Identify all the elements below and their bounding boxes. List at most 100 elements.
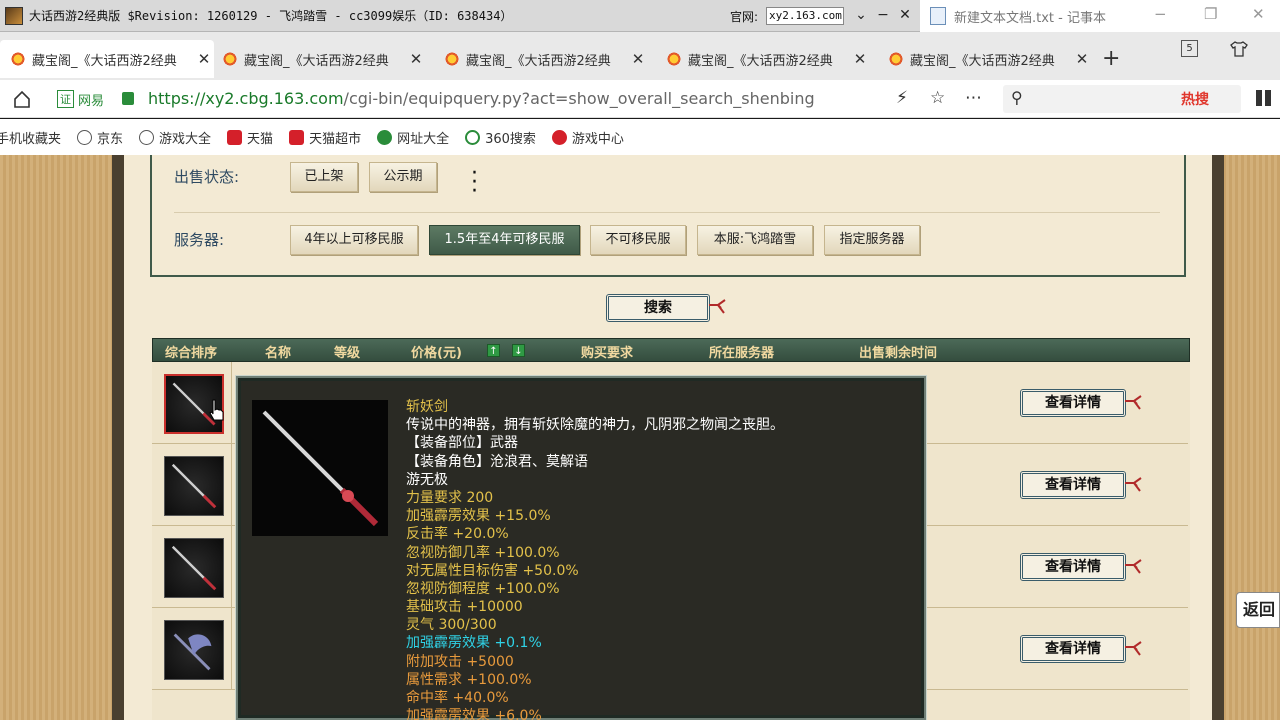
tab-close-icon[interactable]: ✕ <box>1072 50 1092 68</box>
tassel-icon <box>1125 477 1142 492</box>
certificate-badge[interactable]: 证 网易 <box>57 88 104 110</box>
sword-thumbnail-icon[interactable] <box>164 538 224 598</box>
tooltip-line: 反击率 +20.0% <box>406 526 509 543</box>
notepad-title: 新建文本文档.txt - 记事本 <box>954 10 1106 26</box>
tooltip-line: 【装备角色】沧浪君、莫解语 <box>406 453 588 470</box>
search-input[interactable]: ⚲ 热搜 <box>1003 85 1241 113</box>
browser-tab-strip: 藏宝阁_《大话西游2经典 ✕ 藏宝阁_《大话西游2经典 ✕ 藏宝阁_《大话西游2… <box>0 32 1280 80</box>
url-field[interactable]: https://xy2.cbg.163.com/cgi-bin/equipque… <box>148 89 815 108</box>
cbg-favicon-icon <box>444 52 460 66</box>
official-site-link[interactable]: xy2.163.com <box>766 7 844 25</box>
bookmark-label: 京东 <box>97 131 124 147</box>
tassel-icon <box>1125 559 1142 574</box>
bookmark-item[interactable]: 游戏大全 <box>139 128 211 147</box>
bookmark-item[interactable]: 天猫超市 <box>289 128 361 147</box>
frame-bar <box>1212 155 1224 720</box>
globe-icon <box>139 129 155 145</box>
bookmark-item[interactable]: 京东 <box>77 128 123 147</box>
tab-close-icon[interactable]: ✕ <box>628 50 648 68</box>
skin-shirt-icon[interactable] <box>1230 40 1248 58</box>
tab-label: 藏宝阁_《大话西游2经典 <box>466 53 611 69</box>
url-host: https://xy2.cbg.163.com <box>148 89 344 108</box>
sword-thumbnail-icon[interactable] <box>164 456 224 516</box>
server-option-no-migrate-button[interactable]: 不可移民服 <box>590 225 686 255</box>
minimize-icon[interactable]: − <box>1154 5 1167 23</box>
tab-close-icon[interactable]: ✕ <box>850 50 870 68</box>
bookmark-item[interactable]: 360搜索 <box>465 128 536 147</box>
game-window-titlebar[interactable]: 大话西游2经典版 $Revision: 1260129 - 飞鸿踏雪 - cc3… <box>0 0 920 32</box>
home-icon[interactable] <box>12 89 32 109</box>
tassel-icon <box>1125 395 1142 410</box>
hot-search-label[interactable]: 热搜 <box>1181 89 1209 109</box>
bookmark-item[interactable]: 天猫 <box>227 128 273 147</box>
status-public-period-button[interactable]: 公示期 <box>369 162 437 192</box>
tooltip-line: 忽视防御程度 +100.0% <box>406 580 560 597</box>
server-label: 服务器: <box>174 231 225 249</box>
tooltip-line: 力量要求 200 <box>406 489 494 506</box>
bookmark-label: 天猫 <box>247 131 274 147</box>
tooltip-line: 游无极 <box>406 471 448 488</box>
back-button[interactable]: 返回 <box>1236 592 1280 628</box>
tooltip-line: 基础攻击 +10000 <box>406 599 523 616</box>
sort-down-icon[interactable]: ↓ <box>512 344 525 357</box>
close-icon[interactable]: ✕ <box>1252 5 1265 23</box>
sale-status-label: 出售状态: <box>174 168 240 186</box>
status-listed-button[interactable]: 已上架 <box>290 162 358 192</box>
tooltip-line: 灵气 300/300 <box>406 617 497 634</box>
bookmark-item[interactable]: 网址大全 <box>377 128 449 147</box>
cert-icon: 证 <box>57 90 74 108</box>
col-level: 等级 <box>334 346 361 361</box>
view-details-button[interactable]: 查看详情 <box>1020 553 1126 581</box>
tab-label: 藏宝阁_《大话西游2经典 <box>688 53 833 69</box>
sword-image-icon <box>252 400 388 536</box>
search-button[interactable]: 搜索 <box>606 294 710 322</box>
lightning-icon[interactable]: ⚡ <box>896 88 908 108</box>
tooltip-line: 对无属性目标伤害 +50.0% <box>406 562 579 579</box>
col-server: 所在服务器 <box>709 346 775 361</box>
tab-cbg-4[interactable]: 藏宝阁_《大话西游2经典 ✕ <box>656 40 870 78</box>
tooltip-line: 属性需求 +100.0% <box>406 671 532 688</box>
bookmark-item[interactable]: 游戏中心 <box>551 128 624 147</box>
tooltip-line: 加强霹雳效果 +15.0% <box>406 508 551 525</box>
thumb-cell <box>152 444 232 526</box>
star-icon[interactable]: ☆ <box>930 88 945 108</box>
hand-cursor-icon <box>209 399 224 421</box>
maximize-icon[interactable]: ❐ <box>1204 5 1217 23</box>
apps-grid-icon[interactable] <box>1256 90 1272 106</box>
server-option-specify-button[interactable]: 指定服务器 <box>824 225 920 255</box>
more-menu-icon[interactable]: ⋯ <box>965 88 982 108</box>
server-option-1-5-4yr-button[interactable]: 1.5年至4年可移民服 <box>429 225 580 255</box>
col-overall-sort[interactable]: 综合排序 <box>165 342 217 361</box>
bookmark-label: 网址大全 <box>397 131 450 147</box>
tooltip-line: 命中率 +40.0% <box>406 690 509 706</box>
tooltip-text: 斩妖剑 传说中的神器，拥有斩妖除魔的神力，凡阴邪之物闻之丧胆。 【装备部位】武器 【装… <box>406 398 916 720</box>
minimize-icon[interactable]: − <box>872 4 894 26</box>
col-purchase-requirement: 购买要求 <box>581 346 634 361</box>
dropdown-icon[interactable]: ⌄ <box>850 4 872 26</box>
cbg-favicon-icon <box>666 52 682 66</box>
view-details-button[interactable]: 查看详情 <box>1020 635 1126 663</box>
server-option-current-button[interactable]: 本服:飞鸿踏雪 <box>697 225 813 255</box>
notepad-titlebar[interactable]: 新建文本文档.txt - 记事本 − ❐ ✕ <box>920 0 1280 32</box>
view-details-button[interactable]: 查看详情 <box>1020 389 1126 417</box>
lock-icon <box>122 92 134 105</box>
tab-close-icon[interactable]: ✕ <box>406 50 426 68</box>
more-options-icon[interactable]: · · · <box>471 163 479 203</box>
tab-close-icon[interactable]: ✕ <box>194 50 214 68</box>
frame-bar <box>112 155 124 720</box>
bookmark-item[interactable]: 手机收藏夹 <box>0 128 61 147</box>
view-details-button[interactable]: 查看详情 <box>1020 471 1126 499</box>
axe-thumbnail-icon[interactable] <box>164 620 224 680</box>
close-icon[interactable]: ✕ <box>894 4 916 26</box>
new-tab-button[interactable]: + <box>1102 46 1120 71</box>
tab-count-badge[interactable]: 5 <box>1181 40 1198 57</box>
tab-cbg-2[interactable]: 藏宝阁_《大话西游2经典 ✕ <box>212 40 426 78</box>
tab-cbg-5[interactable]: 藏宝阁_《大话西游2经典 ✕ <box>878 40 1092 78</box>
tab-cbg-1[interactable]: 藏宝阁_《大话西游2经典 ✕ <box>0 40 214 78</box>
tooltip-line: 斩妖剑 <box>406 399 448 415</box>
server-option-4yr-button[interactable]: 4年以上可移民服 <box>290 225 418 255</box>
cbg-favicon-icon <box>888 52 904 66</box>
sort-up-icon[interactable]: ↑ <box>487 344 500 357</box>
tab-cbg-3[interactable]: 藏宝阁_《大话西游2经典 ✕ <box>434 40 648 78</box>
bookmark-label: 手机收藏夹 <box>0 131 62 147</box>
